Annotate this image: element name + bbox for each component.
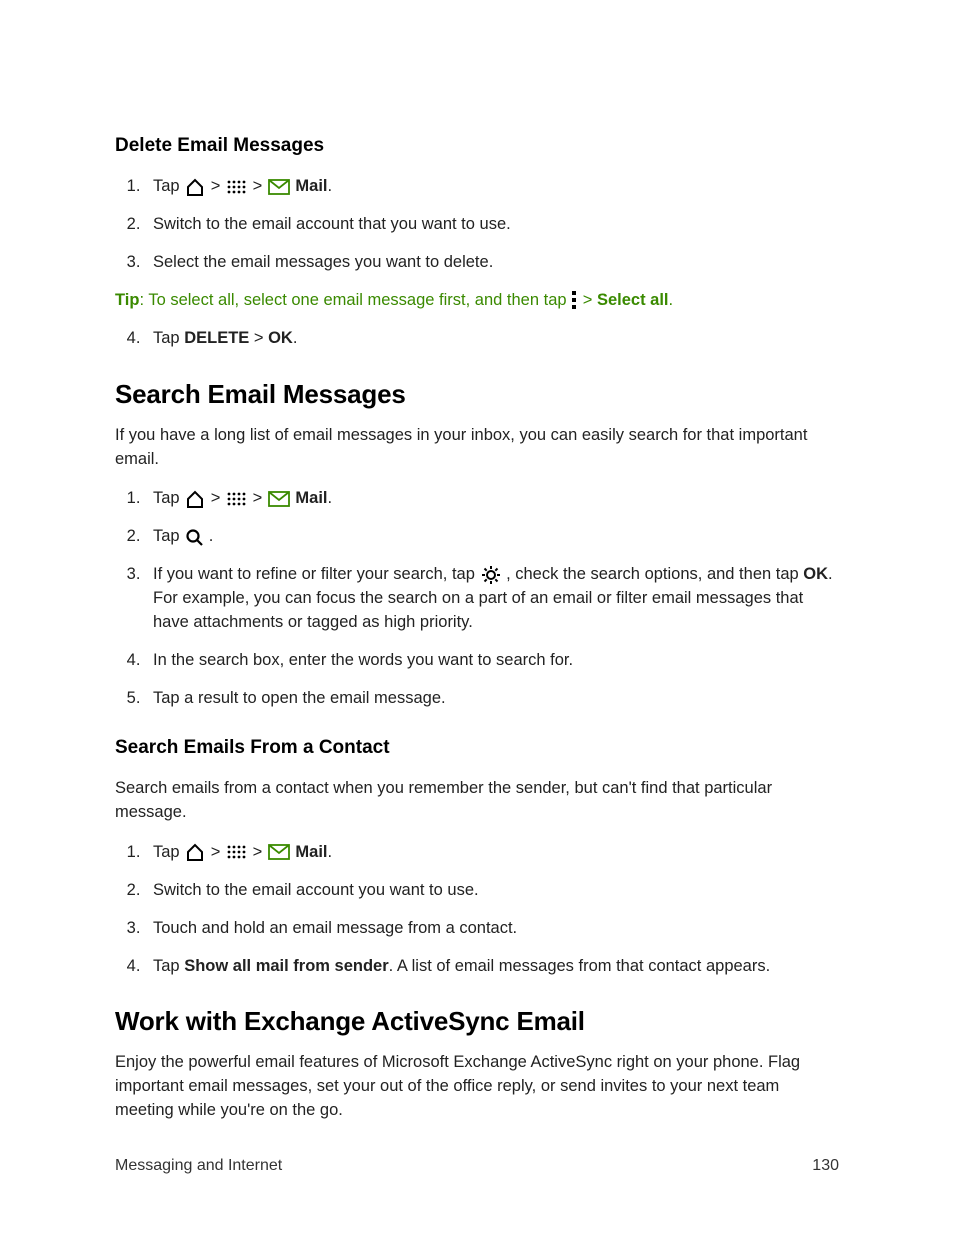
separator: > (206, 177, 225, 195)
heading-activesync: Work with Exchange ActiveSync Email (115, 1006, 839, 1037)
mail-label: Mail (295, 489, 327, 507)
mail-icon (267, 177, 291, 197)
separator: > (248, 489, 267, 507)
dot: . (293, 329, 298, 347)
step-text: Tap (153, 957, 184, 975)
list-item: Tap > > Mail. (145, 487, 839, 511)
delete-steps-list-cont: Tap DELETE > OK. (115, 327, 839, 351)
ok-label: OK (268, 329, 293, 347)
step-text: Tap (153, 177, 184, 195)
list-item: Tap > > Mail. (145, 175, 839, 199)
apps-grid-icon (225, 179, 248, 195)
step-text: Tap (153, 489, 184, 507)
separator: > (578, 291, 597, 309)
mail-label: Mail (295, 177, 327, 195)
list-item: Tap . (145, 525, 839, 549)
ok-label: OK (803, 565, 828, 583)
search-steps-list: Tap > > Mail. Tap . If you want to refin… (115, 487, 839, 710)
tip-text: : To select all, select one email messag… (139, 291, 571, 309)
home-icon (184, 489, 206, 509)
separator: > (249, 329, 268, 347)
home-icon (184, 177, 206, 197)
separator: > (248, 177, 267, 195)
delete-label: DELETE (184, 329, 249, 347)
list-item: Tap a result to open the email message. (145, 687, 839, 711)
settings-icon (480, 565, 502, 585)
heading-search-contact: Search Emails From a Contact (115, 737, 839, 759)
home-icon (184, 842, 206, 862)
step-text: If you want to refine or filter your sea… (153, 565, 480, 583)
list-item: Select the email messages you want to de… (145, 251, 839, 275)
page-footer: Messaging and Internet 130 (115, 1157, 839, 1175)
contact-steps-list: Tap > > Mail. Switch to the email accoun… (115, 841, 839, 979)
heading-search-email: Search Email Messages (115, 379, 839, 410)
separator: > (206, 489, 225, 507)
dot: . (328, 177, 333, 195)
dot: . (328, 489, 333, 507)
list-item: Tap DELETE > OK. (145, 327, 839, 351)
dot: . (204, 527, 213, 545)
list-item: Touch and hold an email message from a c… (145, 917, 839, 941)
dot: . (669, 291, 674, 309)
step-text: , check the search options, and then tap (502, 565, 804, 583)
list-item: Tap Show all mail from sender. A list of… (145, 955, 839, 979)
mail-icon (267, 842, 291, 862)
show-all-label: Show all mail from sender (184, 957, 388, 975)
dot: . (328, 843, 333, 861)
list-item: Tap > > Mail. (145, 841, 839, 865)
list-item: Switch to the email account you want to … (145, 879, 839, 903)
list-item: In the search box, enter the words you w… (145, 649, 839, 673)
tip-line: Tip: To select all, select one email mes… (115, 289, 839, 313)
search-icon (184, 528, 204, 546)
list-item: Switch to the email account that you wan… (145, 213, 839, 237)
step-text: Tap (153, 527, 184, 545)
apps-grid-icon (225, 491, 248, 507)
step-text: . A list of email messages from that con… (389, 957, 771, 975)
step-text: Tap (153, 329, 184, 347)
select-all-label: Select all (597, 291, 669, 309)
delete-steps-list: Tap > > Mail. Switch to the email accoun… (115, 175, 839, 275)
mail-label: Mail (295, 843, 327, 861)
footer-section: Messaging and Internet (115, 1157, 282, 1175)
list-item: If you want to refine or filter your sea… (145, 563, 839, 635)
separator: > (248, 843, 267, 861)
mail-icon (267, 489, 291, 509)
heading-delete-email: Delete Email Messages (115, 135, 839, 157)
search-intro: If you have a long list of email message… (115, 424, 839, 472)
separator: > (206, 843, 225, 861)
step-text: Tap (153, 843, 184, 861)
apps-grid-icon (225, 844, 248, 860)
footer-page-number: 130 (812, 1157, 839, 1175)
contact-intro: Search emails from a contact when you re… (115, 777, 839, 825)
activesync-intro: Enjoy the powerful email features of Mic… (115, 1051, 839, 1123)
tip-label: Tip (115, 291, 139, 309)
